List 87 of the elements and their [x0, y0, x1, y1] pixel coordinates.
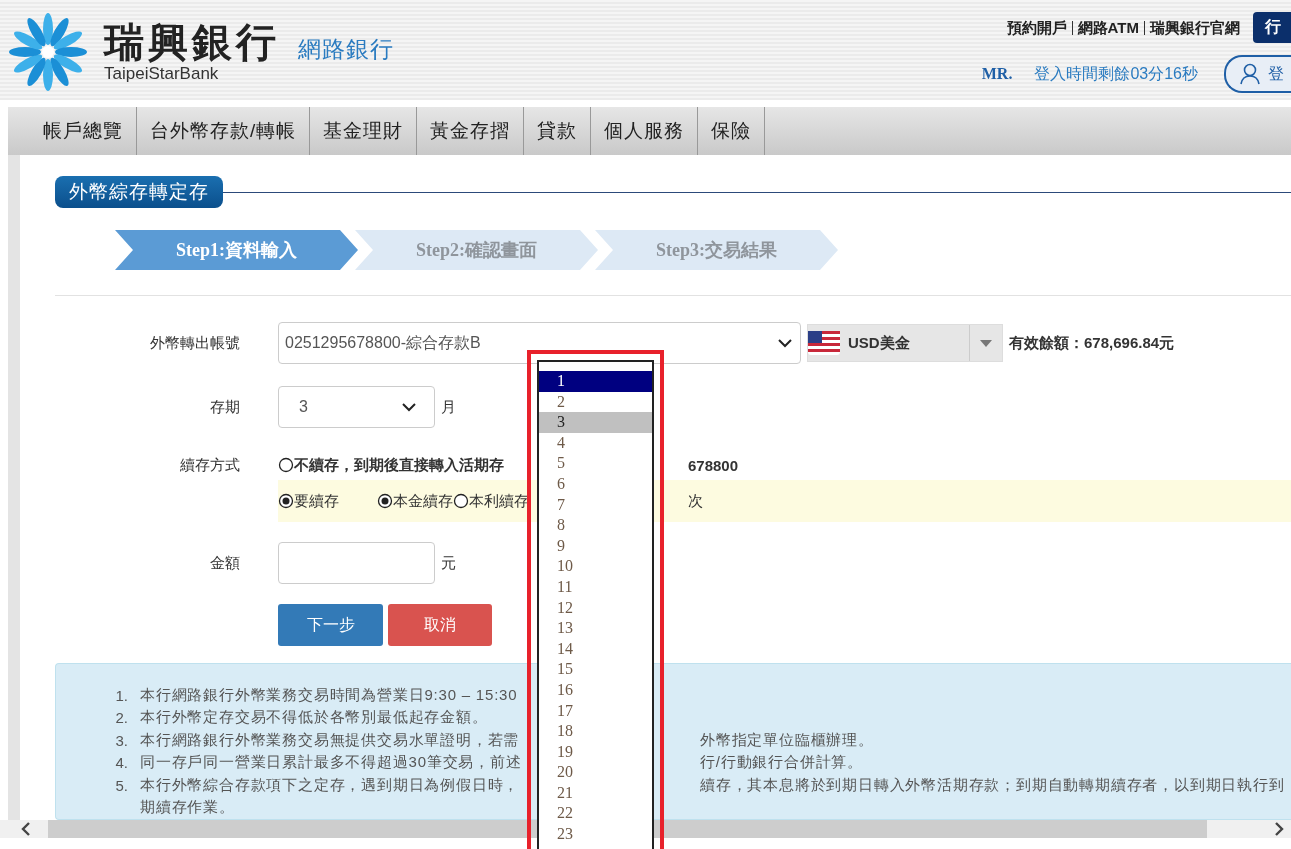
- dropdown-option[interactable]: 8: [539, 515, 652, 536]
- unit-label: 月: [441, 397, 456, 417]
- list-number: 3.: [114, 731, 128, 749]
- list-number: 4.: [114, 754, 128, 772]
- dropdown-option[interactable]: 4: [539, 432, 652, 454]
- note-text: 同一存戶同一營業日累計最多不得超過30筆交易，前述: [140, 753, 523, 773]
- chevron-down-icon: [402, 402, 416, 412]
- scroll-left-icon: [21, 822, 31, 836]
- dropdown-option[interactable]: 3: [539, 412, 652, 433]
- nav-tab[interactable]: 黃金存摺: [417, 107, 525, 155]
- dropdown-option[interactable]: 18: [539, 721, 652, 742]
- note-text: 本行外幣綜合存款項下之定存，遇到期日為例假日時，: [140, 775, 521, 795]
- dropdown-option[interactable]: 12: [539, 597, 652, 619]
- currency-select[interactable]: USD美金: [807, 324, 1003, 362]
- option-text: 次: [688, 491, 703, 511]
- bank-name: 瑞興銀行: [104, 20, 280, 64]
- field-label: 續存方式: [179, 455, 240, 475]
- nav-tab[interactable]: 保險: [698, 107, 766, 155]
- dropdown-option[interactable]: 20: [539, 762, 652, 783]
- dropdown-option[interactable]: 21: [539, 782, 652, 804]
- nav-tab[interactable]: 基金理財: [310, 107, 418, 155]
- dropdown-option[interactable]: 22: [539, 803, 652, 825]
- dropdown-option[interactable]: 7: [539, 494, 652, 516]
- radio-option[interactable]: 本金續存: [377, 491, 453, 511]
- header-link[interactable]: 瑞興銀行官網: [1144, 20, 1245, 35]
- account-select[interactable]: 0251295678800-綜合存款B: [278, 322, 801, 364]
- scrollbar-thumb[interactable]: [48, 820, 1207, 838]
- flag-icon: [808, 331, 840, 355]
- person-icon: [1240, 63, 1260, 85]
- session-timer: 登入時間剩餘03分16秒: [1034, 63, 1198, 84]
- dropdown-option[interactable]: 11: [539, 576, 652, 598]
- nav-tab[interactable]: 個人服務: [591, 107, 699, 155]
- nav-tab[interactable]: 台外幣存款/轉帳: [137, 107, 311, 155]
- service-title: 網路銀行: [298, 35, 394, 64]
- note-text: 本行外幣定存交易不得低於各幣別最低起存金額。: [140, 708, 489, 728]
- radio-option[interactable]: 要續存: [278, 491, 339, 511]
- field-label: 金額: [209, 553, 240, 573]
- term-select[interactable]: 3: [278, 386, 435, 428]
- note-text: 續存，其本息將於到期日轉入外幣活期存款；到期自動轉期續存者，以到期日執行到: [700, 775, 1285, 795]
- dropdown-option[interactable]: 13: [539, 618, 652, 639]
- list-number: 2.: [114, 709, 128, 727]
- nav-tab[interactable]: 帳戶總覽: [30, 107, 137, 155]
- dropdown-option[interactable]: 5: [539, 453, 652, 474]
- caret-down-icon: [980, 339, 992, 347]
- dropdown-option[interactable]: 15: [539, 659, 652, 680]
- note-text: 期續存作業。: [140, 798, 236, 818]
- mobile-banking-button[interactable]: 行: [1253, 12, 1291, 43]
- radio-option[interactable]: 不續存，到期後直接轉入活期存: [278, 455, 504, 475]
- dropdown-option[interactable]: 2: [539, 391, 652, 413]
- radio-button[interactable]: [278, 457, 294, 473]
- next-button[interactable]: 下一步: [278, 604, 383, 646]
- unit-label: 元: [441, 553, 456, 573]
- user-title: MR.: [981, 65, 1013, 83]
- list-number: 1.: [114, 686, 128, 704]
- section-title: 外幣綜存轉定存: [55, 176, 223, 208]
- account-number: 678800: [688, 456, 739, 474]
- list-number: 5.: [114, 776, 128, 794]
- nav-tab[interactable]: 貸款: [524, 107, 592, 155]
- radio-button[interactable]: [377, 493, 393, 509]
- dropdown-option[interactable]: 9: [539, 535, 652, 557]
- radio-button[interactable]: [453, 493, 469, 509]
- field-label: 外幣轉出帳號: [149, 333, 240, 353]
- header-link[interactable]: 預約開戶: [1001, 20, 1072, 35]
- note-text: 行/行動銀行合併計算。: [700, 753, 863, 773]
- account-button[interactable]: 登: [1224, 55, 1291, 93]
- dropdown-option[interactable]: 14: [539, 638, 652, 660]
- available-balance: 有效餘額：678,696.84元: [1009, 333, 1175, 353]
- note-text: 外幣指定單位臨櫃辦理。: [700, 730, 874, 750]
- note-text: 本行網路銀行外幣業務交易時間為營業日9:30 – 15:30: [140, 685, 519, 705]
- dropdown-option[interactable]: 19: [539, 741, 652, 763]
- bank-name-english: TaipeiStarBank: [104, 64, 220, 84]
- dropdown-option[interactable]: 16: [539, 679, 652, 701]
- logo-icon: [6, 12, 90, 92]
- dropdown-option[interactable]: 10: [539, 556, 652, 577]
- note-text: 本行網路銀行外幣業務交易無提供交易水單證明，若需: [140, 730, 521, 750]
- amount-field[interactable]: [278, 542, 435, 584]
- scroll-right-icon: [1274, 822, 1284, 836]
- dropdown-option[interactable]: 17: [539, 700, 652, 722]
- chevron-down-icon: [778, 338, 792, 348]
- dropdown-option[interactable]: 6: [539, 473, 652, 495]
- dropdown-option[interactable]: 23: [539, 824, 652, 845]
- radio-button[interactable]: [278, 493, 294, 509]
- field-label: 存期: [209, 397, 240, 417]
- dropdown-option[interactable]: 1: [539, 371, 652, 392]
- cancel-button[interactable]: 取消: [388, 604, 492, 646]
- radio-option[interactable]: 本利續存: [453, 491, 529, 511]
- header-link[interactable]: 網路ATM: [1071, 20, 1144, 35]
